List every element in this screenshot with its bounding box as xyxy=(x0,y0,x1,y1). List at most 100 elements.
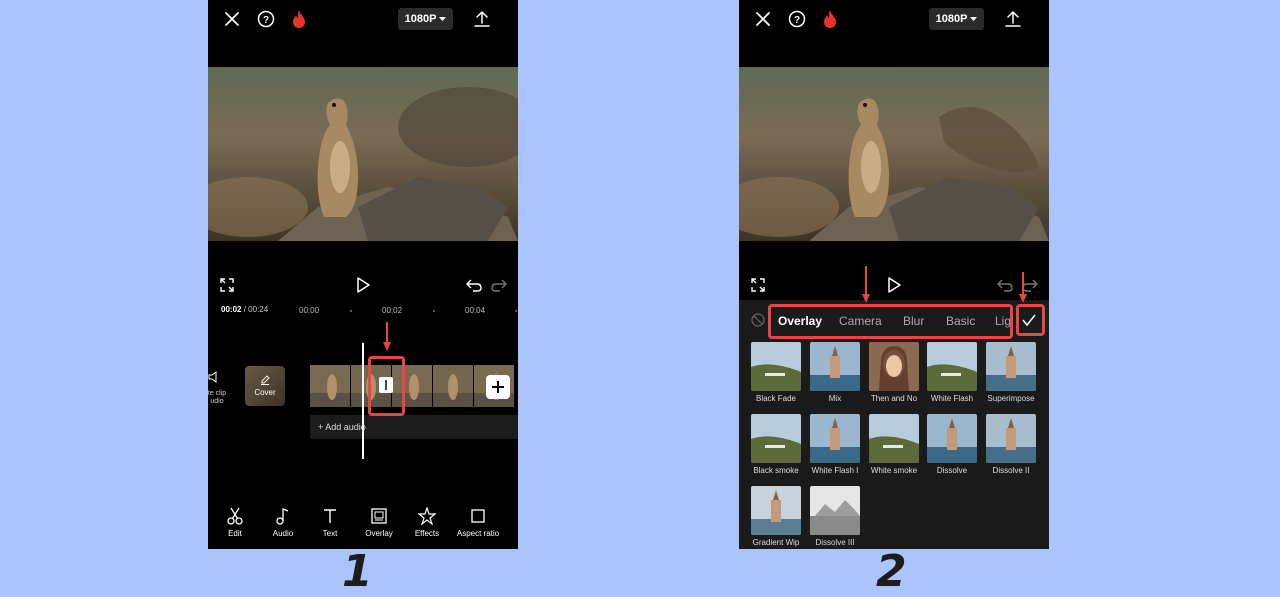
plus-icon xyxy=(492,381,504,393)
pencil-icon xyxy=(261,375,270,385)
tool-aspect-ratio[interactable]: Aspect ratio xyxy=(451,505,505,538)
effect-item[interactable]: Gradient Wip xyxy=(751,486,801,547)
phone-screen-2: ? 1080P Overlay Camera Blur Basic Lig Bl… xyxy=(739,0,1049,549)
playback-controls xyxy=(208,272,518,298)
add-audio-button[interactable]: + Add audio xyxy=(310,415,518,439)
close-icon[interactable] xyxy=(752,8,774,30)
step-number-2: 2 xyxy=(876,546,907,597)
time-separator: / xyxy=(243,305,246,314)
effect-label: White Flash I xyxy=(811,466,859,475)
resolution-label: 1080P xyxy=(935,13,968,25)
scissors-icon xyxy=(227,507,243,525)
effect-item[interactable]: Then and No xyxy=(869,342,919,403)
playback-controls xyxy=(739,272,1049,298)
tool-label: Aspect ratio xyxy=(456,529,500,538)
clip-thumbnail xyxy=(310,365,350,407)
tool-audio[interactable]: Audio xyxy=(258,505,308,538)
phone-screen-1: ? 1080P 00:02 / 00:24 00:00 00:02 00:04 … xyxy=(208,0,518,549)
play-icon[interactable] xyxy=(354,276,372,294)
top-bar: ? 1080P xyxy=(208,0,518,40)
timeline-ruler: 00:02 / 00:24 00:00 00:02 00:04 xyxy=(208,300,518,320)
effect-label: Superimpose xyxy=(987,394,1035,403)
effect-label: Dissolve xyxy=(936,466,968,475)
tool-label: Overlay xyxy=(365,529,393,538)
overlay-icon xyxy=(371,508,387,524)
tick-label: 00:02 xyxy=(382,306,403,315)
tool-text[interactable]: Text xyxy=(305,505,355,538)
effects-icon xyxy=(418,507,436,525)
tool-overlay[interactable]: Overlay xyxy=(354,505,404,538)
fullscreen-icon[interactable] xyxy=(749,276,767,294)
redo-icon[interactable] xyxy=(490,276,508,294)
flame-icon[interactable] xyxy=(288,8,310,30)
video-preview[interactable] xyxy=(739,67,1049,241)
tick-label: 00:04 xyxy=(465,306,486,315)
tool-effects[interactable]: Effects xyxy=(402,505,452,538)
close-icon[interactable] xyxy=(221,8,243,30)
effect-label: White Flash xyxy=(930,394,974,403)
text-icon xyxy=(324,509,336,523)
resolution-label: 1080P xyxy=(404,13,437,25)
play-icon[interactable] xyxy=(885,276,903,294)
effect-item[interactable]: Superimpose xyxy=(986,342,1036,403)
flame-icon[interactable] xyxy=(819,8,841,30)
effect-item[interactable]: Mix xyxy=(810,342,860,403)
tool-label: Text xyxy=(322,529,338,538)
playhead[interactable] xyxy=(362,343,364,459)
resolution-dropdown[interactable]: 1080P xyxy=(398,8,453,30)
speaker-icon xyxy=(208,371,217,383)
effect-label: Gradient Wip xyxy=(752,538,800,547)
chevron-down-icon xyxy=(970,16,978,21)
svg-text:?: ? xyxy=(794,15,800,26)
top-bar: ? 1080P xyxy=(739,0,1049,40)
arrow-down-icon xyxy=(1019,272,1027,303)
bottom-toolbar: Edit Audio Text Overlay Effects Aspect r… xyxy=(208,505,518,545)
current-time: 00:02 xyxy=(221,305,242,314)
arrow-down-icon xyxy=(862,266,870,303)
effect-item[interactable]: Dissolve III xyxy=(810,486,860,547)
help-icon[interactable]: ? xyxy=(786,8,808,30)
effect-item[interactable]: Black smoke xyxy=(751,414,801,475)
undo-icon[interactable] xyxy=(996,276,1014,294)
fullscreen-icon[interactable] xyxy=(218,276,236,294)
effect-item[interactable]: Black Fade xyxy=(751,342,801,403)
effect-label: Black Fade xyxy=(755,394,797,403)
effect-label: White smoke xyxy=(870,466,918,475)
undo-icon[interactable] xyxy=(465,276,483,294)
effect-item[interactable]: White smoke xyxy=(869,414,919,475)
highlight-box xyxy=(1016,304,1045,336)
clip-thumbnail xyxy=(433,365,473,407)
export-icon[interactable] xyxy=(471,8,493,30)
resolution-dropdown[interactable]: 1080P xyxy=(929,8,984,30)
highlight-box xyxy=(768,304,1013,339)
cover-button[interactable]: Cover xyxy=(245,366,285,406)
tool-label: Audio xyxy=(272,529,294,538)
time-readout: 00:02 / 00:24 xyxy=(221,305,268,314)
effect-item[interactable]: Dissolve xyxy=(927,414,977,475)
add-clip-button[interactable] xyxy=(486,375,510,399)
tool-label: Edit xyxy=(228,529,242,538)
export-icon[interactable] xyxy=(1002,8,1024,30)
aspect-ratio-icon xyxy=(471,509,485,523)
add-audio-label: + Add audio xyxy=(318,422,366,432)
effect-label: Dissolve II xyxy=(992,466,1030,475)
svg-text:?: ? xyxy=(263,15,269,26)
effect-item[interactable]: White Flash I xyxy=(810,414,860,475)
arrow-down-icon xyxy=(383,322,391,351)
effect-label: Dissolve III xyxy=(815,538,855,547)
total-time: 00:24 xyxy=(248,305,269,314)
effect-label: Black smoke xyxy=(753,466,799,475)
video-preview[interactable] xyxy=(208,67,518,241)
step-number-1: 1 xyxy=(342,546,373,597)
cover-label: Cover xyxy=(254,388,276,397)
tool-edit[interactable]: Edit xyxy=(210,505,260,538)
mute-label: te clip udio xyxy=(208,390,227,405)
highlight-box xyxy=(368,356,405,416)
tick-label: 00:00 xyxy=(299,306,320,315)
effect-item[interactable]: Dissolve II xyxy=(986,414,1036,475)
music-note-icon xyxy=(276,508,289,525)
none-icon[interactable] xyxy=(751,313,765,327)
effect-item[interactable]: White Flash xyxy=(927,342,977,403)
help-icon[interactable]: ? xyxy=(255,8,277,30)
chevron-down-icon xyxy=(439,16,447,21)
